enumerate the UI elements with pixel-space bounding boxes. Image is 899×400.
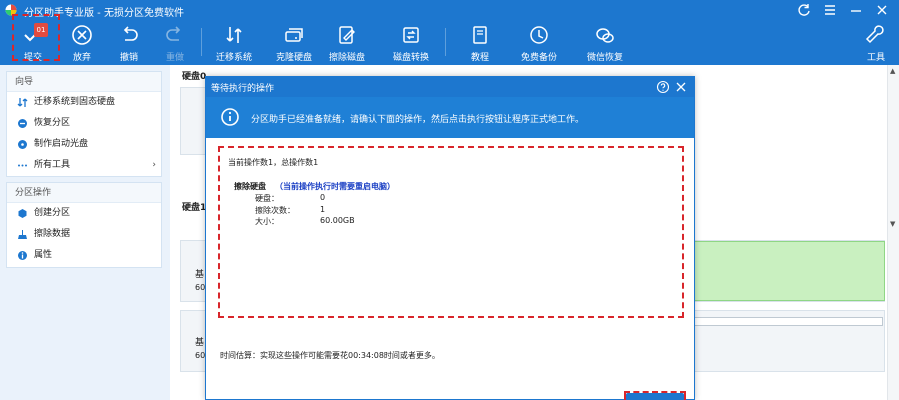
sidebar-item-create-partition[interactable]: 创建分区 [7, 203, 161, 224]
free-backup-button[interactable]: 免费备份 [516, 20, 562, 65]
sidebar-item-label: 擦除数据 [34, 229, 71, 239]
partition-bar-empty[interactable] [690, 317, 883, 326]
dialog-info-banner: 分区助手已经准备就绪，请确认下面的操作，然后点击执行按钮让程序正式地工作。 [206, 97, 694, 138]
menu-icon[interactable] [822, 2, 838, 18]
dialog-title-bar: 等待执行的操作 [206, 77, 694, 97]
backup-icon [530, 26, 548, 44]
restore-icon [18, 119, 27, 128]
more-dots-icon [18, 164, 27, 167]
create-partition-icon [18, 209, 27, 218]
info-icon [18, 251, 27, 260]
wipe-disk-button[interactable]: 擦除磁盘 [324, 20, 370, 65]
app-window: 分区助手专业版 - 无损分区免费软件 01 提交 放弃 撤销 重做 迁移系统 克… [0, 0, 899, 400]
sidebar: 向导 迁移系统到固态硬盘 恢复分区 制作启动光盘 所有工具 › 分区操作 创建分… [0, 65, 170, 400]
sidebar-item-properties[interactable]: 属性 [7, 245, 161, 266]
discard-button[interactable]: 放弃 [59, 20, 105, 65]
wipe-disk-label: 擦除磁盘 [328, 53, 365, 63]
undo-icon [123, 26, 138, 41]
tools-label: 工具 [866, 53, 885, 63]
wechat-recovery-button[interactable]: 微信恢复 [582, 20, 628, 65]
partition-bar-green[interactable] [680, 241, 885, 301]
disk0-label: 硬盘0 [182, 72, 207, 82]
undo-button[interactable]: 撤销 [106, 20, 152, 65]
migrate-os-label: 迁移系统 [215, 53, 252, 63]
disk-row-2-label: 基 [195, 338, 205, 348]
proceed-highlight [624, 391, 686, 400]
disk-row-2-size: 60 [195, 351, 206, 360]
dialog-info-text: 分区助手已经准备就绪，请确认下面的操作，然后点击执行按钮让程序正式地工作。 [251, 115, 585, 125]
convert-disk-label: 磁盘转换 [392, 53, 429, 63]
close-dialog-icon[interactable] [674, 80, 688, 94]
redo-icon [166, 26, 181, 41]
wrench-icon [865, 25, 884, 44]
disc-icon [18, 140, 27, 149]
minimize-icon[interactable] [848, 2, 864, 18]
partition-ops-panel: 分区操作 创建分区 擦除数据 属性 [6, 182, 162, 268]
wizard-panel: 向导 迁移系统到固态硬盘 恢复分区 制作启动光盘 所有工具 › [6, 71, 162, 177]
discard-icon [72, 25, 92, 45]
tutorial-book-icon [473, 26, 487, 44]
sidebar-item-label: 迁移系统到固态硬盘 [34, 97, 116, 107]
toolbar-separator [201, 28, 202, 56]
operation-highlight [218, 146, 684, 318]
submit-highlight [12, 14, 60, 61]
tutorial-label: 教程 [470, 53, 489, 63]
clone-disk-icon [285, 28, 303, 42]
tutorial-button[interactable]: 教程 [457, 20, 503, 65]
scroll-up-icon[interactable]: ▲ [890, 67, 895, 75]
sidebar-item-wipe-data[interactable]: 擦除数据 [7, 224, 161, 245]
wipe-disk-icon [339, 26, 355, 44]
sidebar-item-label: 制作启动光盘 [34, 139, 89, 149]
disk-row-1-size: 60 [195, 283, 206, 292]
redo-button[interactable]: 重做 [152, 20, 198, 65]
redo-label: 重做 [165, 53, 184, 63]
sidebar-item-label: 所有工具 [34, 160, 71, 170]
clone-disk-button[interactable]: 克隆硬盘 [271, 20, 317, 65]
free-backup-label: 免费备份 [520, 53, 557, 63]
toolbar: 01 提交 放弃 撤销 重做 迁移系统 克隆硬盘 擦除磁盘 磁盘转换 教程 免费… [0, 14, 899, 65]
info-icon [221, 108, 239, 126]
dialog-title: 等待执行的操作 [211, 84, 275, 94]
wizard-header: 向导 [7, 72, 161, 92]
pending-operations-dialog: 等待执行的操作 分区助手已经准备就绪，请确认下面的操作，然后点击执行按钮让程序正… [205, 76, 695, 400]
wechat-recovery-label: 微信恢复 [586, 53, 623, 63]
discard-label: 放弃 [72, 53, 91, 63]
disk-row-1-label: 基 [195, 270, 205, 280]
sidebar-item-label: 恢复分区 [34, 118, 71, 128]
title-bar: 分区助手专业版 - 无损分区免费软件 [0, 0, 899, 20]
disk1-label: 硬盘1 [182, 203, 207, 213]
refresh-icon[interactable] [796, 2, 812, 18]
migrate-os-icon [226, 27, 242, 43]
migrate-icon [17, 98, 28, 107]
scrollbar[interactable]: ▲ ▼ [887, 65, 899, 400]
convert-disk-icon [403, 27, 419, 43]
wipe-data-icon [18, 230, 27, 239]
sidebar-item-boot-disc[interactable]: 制作启动光盘 [7, 134, 161, 155]
toolbar-separator [445, 28, 446, 56]
chevron-right-icon: › [152, 160, 156, 170]
sidebar-item-label: 属性 [34, 250, 53, 260]
sidebar-item-all-tools[interactable]: 所有工具 › [7, 155, 161, 176]
undo-label: 撤销 [119, 53, 138, 63]
time-estimate: 时间估算：实现这些操作可能需要花00:34:08时间或者更多。 [220, 351, 440, 360]
convert-disk-button[interactable]: 磁盘转换 [388, 20, 434, 65]
migrate-os-button[interactable]: 迁移系统 [211, 20, 257, 65]
partition-ops-header: 分区操作 [7, 183, 161, 203]
clone-disk-label: 克隆硬盘 [275, 53, 312, 63]
sidebar-item-migrate-ssd[interactable]: 迁移系统到固态硬盘 [7, 92, 161, 113]
tools-button[interactable]: 工具 [853, 20, 899, 65]
sidebar-item-label: 创建分区 [34, 208, 71, 218]
wechat-recovery-icon [596, 28, 614, 43]
sidebar-item-restore-partition[interactable]: 恢复分区 [7, 113, 161, 134]
close-window-icon[interactable] [874, 2, 890, 18]
scroll-down-icon[interactable]: ▼ [890, 220, 895, 228]
help-icon[interactable] [656, 80, 670, 94]
